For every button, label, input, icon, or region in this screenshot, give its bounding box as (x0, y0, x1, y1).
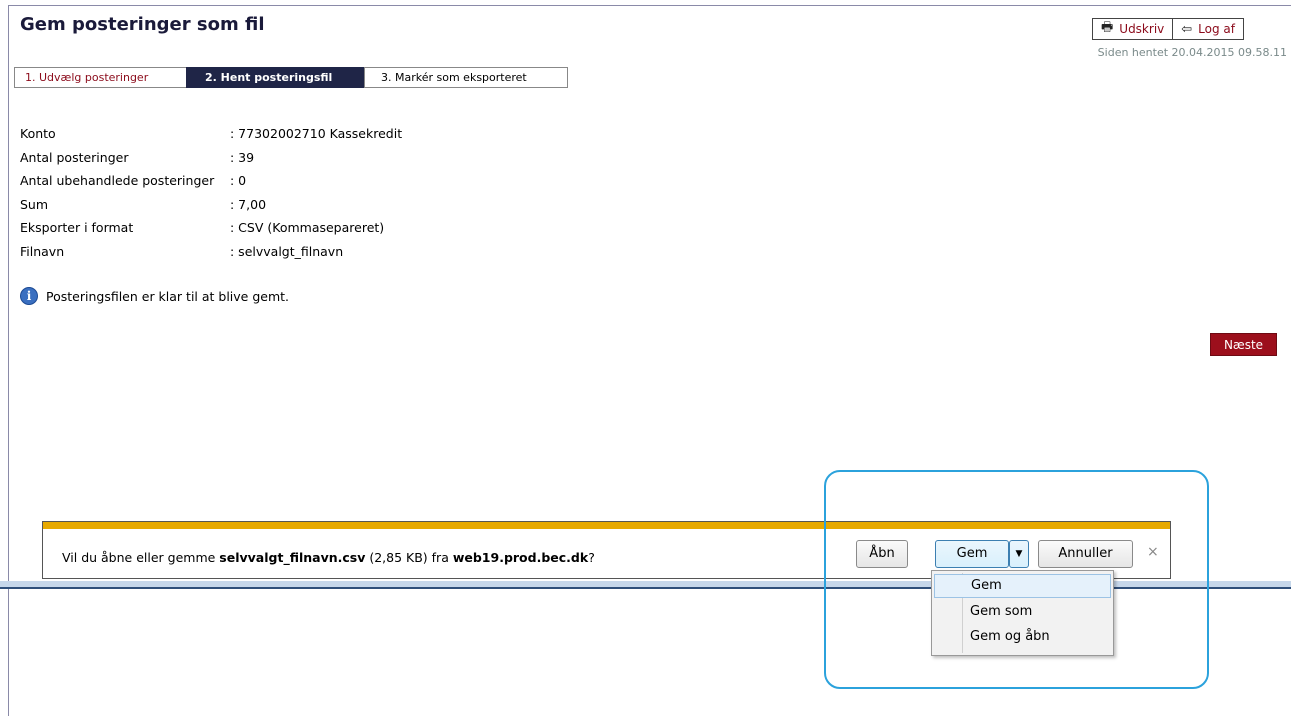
detail-row-sum: Sum : 7,00 (20, 193, 402, 217)
detail-label: Filnavn (20, 243, 65, 259)
detail-label: Eksporter i format (20, 220, 134, 236)
detail-label: Antal ubehandlede posteringer (20, 173, 215, 189)
detail-value: : 0 (230, 173, 247, 189)
logout-label: Log af (1198, 22, 1235, 36)
step-mark-exported: 3. Markér som eksporteret (364, 67, 568, 88)
printer-icon: 🖶 (1101, 20, 1114, 35)
print-button[interactable]: 🖶 Udskriv (1092, 18, 1174, 40)
detail-row-count: Antal posteringer : 39 (20, 146, 402, 170)
next-button[interactable]: Næste (1210, 333, 1277, 356)
print-label: Udskriv (1119, 22, 1165, 36)
details-list: Konto : 77302002710 Kassekredit Antal pos… (20, 122, 402, 263)
download-message-prefix: Vil du åbne eller gemme (62, 550, 220, 565)
logout-button[interactable]: ⇦ Log af (1173, 18, 1244, 40)
detail-value: : 7,00 (230, 196, 267, 212)
detail-row-filename: Filnavn : selvvalgt_filnavn (20, 240, 402, 264)
detail-row-unprocessed: Antal ubehandlede posteringer : 0 (20, 169, 402, 193)
detail-label: Antal posteringer (20, 149, 129, 165)
wizard-steps: 1. Udvælg posteringer 2. Hent posterings… (14, 67, 568, 88)
download-message: Vil du åbne eller gemme selvvalgt_filnav… (62, 550, 595, 565)
download-host: web19.prod.bec.dk (452, 550, 589, 565)
detail-row-format: Eksporter i format : CSV (Kommasepareret) (20, 216, 402, 240)
download-message-suffix: ? (588, 550, 595, 565)
detail-label: Sum (20, 196, 49, 212)
info-icon: i (20, 287, 38, 305)
page-loaded-timestamp: Siden hentet 20.04.2015 09.58.11 (1097, 46, 1287, 59)
detail-value: : CSV (Kommasepareret) (230, 220, 385, 236)
download-filename: selvvalgt_filnavn.csv (219, 550, 366, 565)
door-icon: ⇦ (1181, 21, 1193, 37)
detail-label: Konto (20, 126, 56, 142)
toolbar: 🖶 Udskriv ⇦ Log af (1092, 18, 1244, 40)
step-select-postings[interactable]: 1. Udvælg posteringer (14, 67, 186, 88)
highlight-annotation (824, 470, 1209, 689)
info-notice: i Posteringsfilen er klar til at blive g… (20, 287, 289, 305)
detail-value: : 77302002710 Kassekredit (230, 126, 403, 142)
detail-row-account: Konto : 77302002710 Kassekredit (20, 122, 402, 146)
detail-value: : selvvalgt_filnavn (230, 243, 344, 259)
download-size: (2,85 KB) fra (365, 550, 453, 565)
page-title: Gem posteringer som fil (20, 14, 265, 35)
detail-value: : 39 (230, 149, 255, 165)
info-notice-text: Posteringsfilen er klar til at blive gem… (46, 288, 290, 304)
step-fetch-file: 2. Hent posteringsfil (186, 67, 364, 88)
